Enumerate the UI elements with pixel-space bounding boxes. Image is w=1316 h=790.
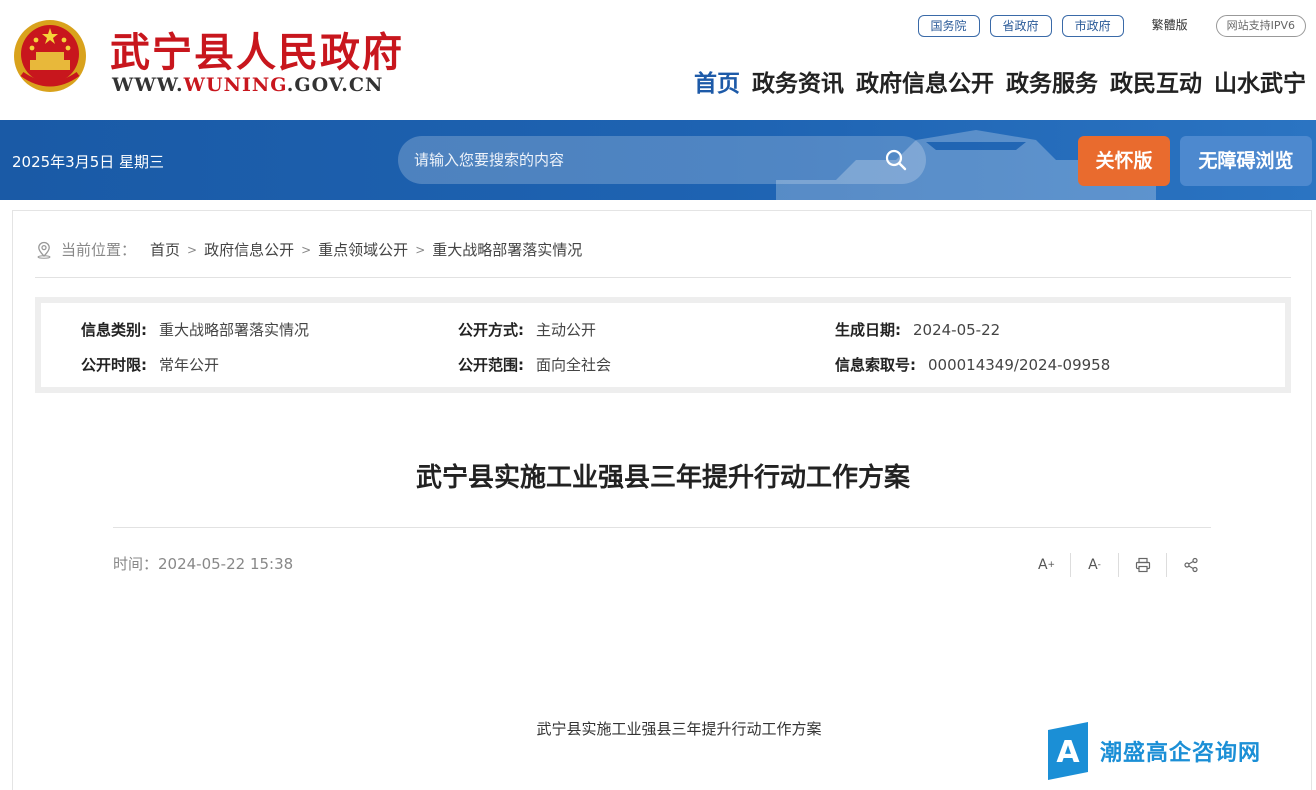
search-bar-band: 2025年3月5日 星期三 关怀版 无障碍浏览 [0, 120, 1316, 200]
info-method: 公开方式: 主动公开 [458, 319, 596, 340]
info-method-key: 公开方式: [458, 321, 524, 339]
watermark-mark: A [1056, 735, 1080, 770]
care-mode-button[interactable]: 关怀版 [1078, 136, 1170, 186]
info-scope: 公开范围: 面向全社会 [458, 354, 611, 375]
site-url-prefix: WWW. [112, 74, 184, 96]
toplink-province[interactable]: 省政府 [989, 15, 1052, 37]
font-decrease-button[interactable]: A- [1071, 553, 1119, 577]
info-category-key: 信息类别: [81, 321, 147, 339]
site-url-suffix: .GOV.CN [286, 74, 384, 96]
breadcrumb: 当前位置： 首页 > 政府信息公开 > 重点领域公开 > 重大战略部署落实情况 [35, 239, 582, 260]
article-container: 当前位置： 首页 > 政府信息公开 > 重点领域公开 > 重大战略部署落实情况 … [12, 210, 1312, 790]
plus-glyph: + [1047, 560, 1056, 570]
print-icon [1135, 557, 1150, 573]
info-category: 信息类别: 重大战略部署落实情况 [81, 319, 309, 340]
info-index: 信息索取号: 000014349/2024-09958 [835, 354, 1110, 375]
accessibility-button[interactable]: 无障碍浏览 [1180, 136, 1312, 186]
search-input[interactable] [414, 136, 874, 184]
toplink-state-council[interactable]: 国务院 [917, 15, 980, 37]
nav-home[interactable]: 首页 [688, 64, 746, 98]
main-nav: 首页 政务资讯 政府信息公开 政务服务 政民互动 山水武宁 [688, 64, 1312, 98]
watermark-logo-icon: A [1048, 722, 1088, 780]
breadcrumb-current[interactable]: 重大战略部署落实情况 [432, 239, 582, 260]
share-button[interactable] [1167, 553, 1215, 577]
search-icon[interactable] [884, 148, 908, 172]
nav-interaction[interactable]: 政民互动 [1104, 64, 1208, 98]
info-metadata-box: 信息类别: 重大战略部署落实情况 公开方式: 主动公开 生成日期: 2024-05-2… [35, 297, 1291, 393]
minus-glyph: - [1097, 560, 1101, 570]
nav-disclosure[interactable]: 政府信息公开 [850, 64, 1000, 98]
breadcrumb-separator: > [301, 242, 312, 257]
site-url-main: WUNING [183, 74, 287, 96]
site-title[interactable]: 武宁县人民政府 [110, 20, 404, 78]
breadcrumb-key-areas[interactable]: 重点领域公开 [318, 239, 408, 260]
info-period-value: 常年公开 [159, 356, 220, 374]
breadcrumb-disclosure[interactable]: 政府信息公开 [204, 239, 294, 260]
article-tools: A + A- [1023, 553, 1215, 577]
info-category-value: 重大战略部署落实情况 [159, 321, 310, 339]
info-date-key: 生成日期: [835, 321, 901, 339]
search-box [398, 136, 926, 184]
info-date-value: 2024-05-22 [913, 321, 1001, 339]
nav-services[interactable]: 政务服务 [1000, 64, 1104, 98]
current-date: 2025年3月5日 星期三 [12, 153, 165, 171]
divider [35, 277, 1291, 278]
info-scope-value: 面向全社会 [536, 356, 612, 374]
article-title: 武宁县实施工业强县三年提升行动工作方案 [415, 463, 910, 493]
nav-scenery[interactable]: 山水武宁 [1208, 64, 1312, 98]
watermark: A 潮盛高企咨询网 [1048, 722, 1261, 780]
site-header: 武宁县人民政府 WWW.WUNING.GOV.CN 国务院 省政府 市政府 繁體… [0, 0, 1316, 120]
info-index-key: 信息索取号: [835, 356, 916, 374]
watermark-text: 潮盛高企咨询网 [1100, 740, 1262, 766]
toplink-city[interactable]: 市政府 [1061, 15, 1124, 37]
breadcrumb-separator: > [415, 242, 426, 257]
info-date: 生成日期: 2024-05-22 [835, 319, 1000, 340]
breadcrumb-home[interactable]: 首页 [150, 239, 180, 260]
info-method-value: 主动公开 [536, 321, 597, 339]
nav-news[interactable]: 政务资讯 [746, 64, 850, 98]
share-icon [1184, 557, 1198, 573]
top-links: 国务院 省政府 市政府 繁體版 网站支持IPV6 [917, 15, 1306, 37]
national-emblem-icon [14, 20, 86, 92]
site-url: WWW.WUNING.GOV.CN [112, 74, 383, 96]
info-period: 公开时限: 常年公开 [81, 354, 219, 375]
info-metadata-inner: 信息类别: 重大战略部署落实情况 公开方式: 主动公开 生成日期: 2024-05-2… [41, 303, 1285, 387]
breadcrumb-label: 当前位置： [61, 241, 137, 259]
info-period-key: 公开时限: [81, 356, 147, 374]
traditional-chinese-link[interactable]: 繁體版 [1133, 15, 1206, 37]
info-index-value: 000014349/2024-09958 [928, 356, 1111, 374]
publish-time: 时间：2024-05-22 15:38 [113, 555, 294, 573]
location-icon [37, 241, 51, 259]
divider [113, 527, 1211, 528]
print-button[interactable] [1119, 553, 1167, 577]
font-increase-button[interactable]: A + [1023, 553, 1071, 577]
info-scope-key: 公开范围: [458, 356, 524, 374]
ipv6-badge: 网站支持IPV6 [1215, 15, 1306, 37]
breadcrumb-separator: > [187, 242, 198, 257]
font-decrease-glyph: A [1088, 557, 1098, 573]
font-increase-glyph: A [1037, 557, 1048, 573]
